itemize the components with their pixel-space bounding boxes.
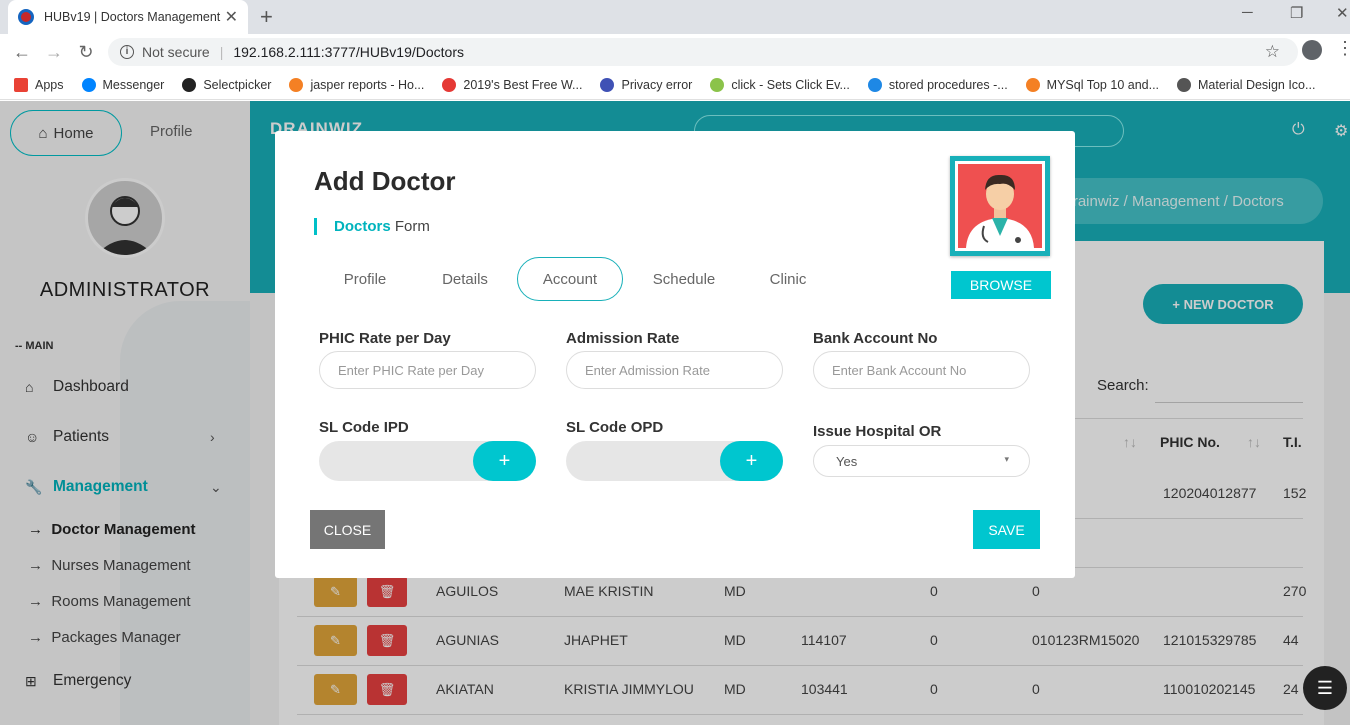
bookmark-item[interactable]: Material Design Ico... xyxy=(1177,77,1316,92)
reload-icon[interactable]: ↻ xyxy=(70,42,102,63)
separator: | xyxy=(219,44,224,60)
minimize-icon[interactable]: ─ xyxy=(1242,4,1253,21)
not-secure-label: Not secure xyxy=(142,44,210,60)
site-icon xyxy=(442,77,457,92)
click-icon xyxy=(710,77,725,92)
bookmark-item[interactable]: jasper reports - Ho... xyxy=(289,77,425,92)
close-button[interactable]: CLOSE xyxy=(310,510,385,549)
app: ⌂ Home Profile ADMINISTRATOR -- MAIN ⌂ Das… xyxy=(0,101,1350,725)
browse-button[interactable]: BROWSE xyxy=(951,271,1051,299)
add-sl-opd-button[interactable]: + xyxy=(720,441,783,481)
bookmark-label: Messenger xyxy=(102,77,165,92)
bookmark-item[interactable]: stored procedures -... xyxy=(867,77,1008,92)
window-close-icon[interactable]: ✕ xyxy=(1336,4,1349,22)
messenger-icon xyxy=(81,77,96,92)
subtitle-rest: Form xyxy=(390,218,430,235)
bookmark-star-icon[interactable]: ☆ xyxy=(1265,42,1280,62)
sl-code-ipd-label: SL Code IPD xyxy=(319,419,409,436)
bookmark-label: stored procedures -... xyxy=(888,77,1008,92)
issue-or-label: Issue Hospital OR xyxy=(813,423,942,440)
database-icon xyxy=(867,77,882,92)
info-icon[interactable]: i xyxy=(120,45,134,59)
bookmark-item[interactable]: Privacy error xyxy=(600,77,693,92)
issue-or-select[interactable]: Yes ▾ xyxy=(813,445,1030,477)
bookmark-label: 2019's Best Free W... xyxy=(463,77,583,92)
favicon-icon xyxy=(18,9,34,25)
admission-rate-input[interactable] xyxy=(566,351,783,389)
forward-icon[interactable]: → xyxy=(38,42,70,63)
profile-icon[interactable] xyxy=(1302,40,1322,60)
bookmark-item[interactable]: Messenger xyxy=(81,77,165,92)
doctor-avatar-icon xyxy=(958,164,1042,248)
bookmark-item[interactable]: Selectpicker xyxy=(182,77,272,92)
tab-title: HUBv19 | Doctors Management xyxy=(44,10,221,24)
subtitle-bold: Doctors xyxy=(334,218,391,235)
issue-or-value: Yes xyxy=(836,453,858,469)
chat-icon[interactable]: ☰ xyxy=(1303,666,1347,710)
bookmarks-bar: Apps Messenger Selectpicker jasper repor… xyxy=(0,70,1350,100)
bookmark-item[interactable]: click - Sets Click Ev... xyxy=(710,77,850,92)
bookmark-label: Material Design Ico... xyxy=(1198,77,1316,92)
bookmark-label: Selectpicker xyxy=(203,77,272,92)
add-doctor-modal: Add Doctor Doctors Form BROWSE Profile D… xyxy=(275,131,1075,578)
bookmark-label: Apps xyxy=(35,77,64,92)
bookmark-label: click - Sets Click Ev... xyxy=(731,77,850,92)
restore-icon[interactable]: ❐ xyxy=(1290,4,1303,22)
stackoverflow-icon xyxy=(1025,77,1040,92)
tab-clinic[interactable]: Clinic xyxy=(751,257,825,301)
globe-icon xyxy=(1177,77,1192,92)
admission-rate-label: Admission Rate xyxy=(566,330,680,347)
bookmark-label: MYSql Top 10 and... xyxy=(1046,77,1160,92)
modal-subtitle: Doctors Form xyxy=(314,218,430,235)
bookmark-label: Privacy error xyxy=(621,77,693,92)
doctor-photo xyxy=(950,156,1050,256)
tab-details[interactable]: Details xyxy=(425,257,505,301)
back-icon[interactable]: ← xyxy=(6,42,38,63)
tab-schedule[interactable]: Schedule xyxy=(639,257,729,301)
bank-account-label: Bank Account No xyxy=(813,330,938,347)
add-sl-ipd-button[interactable]: + xyxy=(473,441,536,481)
browser-tab-strip: HUBv19 | Doctors Management ✕ + ─ ❐ ✕ xyxy=(0,0,1350,34)
save-button[interactable]: SAVE xyxy=(973,510,1040,549)
sl-code-opd-field[interactable]: + xyxy=(566,441,783,481)
menu-icon[interactable]: ⋮ xyxy=(1336,38,1350,59)
url-text[interactable]: 192.168.2.111:3777/HUBv19/Doctors xyxy=(233,44,464,60)
address-bar-row: ← → ↻ i Not secure | 192.168.2.111:3777/… xyxy=(0,34,1350,70)
bookmark-item[interactable]: MYSql Top 10 and... xyxy=(1025,77,1160,92)
modal-title: Add Doctor xyxy=(314,166,456,196)
github-icon xyxy=(182,77,197,92)
phic-rate-label: PHIC Rate per Day xyxy=(319,330,451,347)
sl-code-opd-label: SL Code OPD xyxy=(566,419,664,436)
omnibox[interactable]: i Not secure | 192.168.2.111:3777/HUBv19… xyxy=(108,38,1298,66)
caret-down-icon: ▾ xyxy=(1004,454,1009,464)
bookmark-label: jasper reports - Ho... xyxy=(310,77,425,92)
new-tab-icon[interactable]: + xyxy=(260,4,273,30)
bank-account-input[interactable] xyxy=(813,351,1030,389)
phic-rate-input[interactable] xyxy=(319,351,536,389)
tab-account[interactable]: Account xyxy=(517,257,623,301)
close-tab-icon[interactable]: ✕ xyxy=(225,7,238,27)
sl-code-ipd-field[interactable]: + xyxy=(319,441,536,481)
bookmark-item[interactable]: Apps xyxy=(14,77,64,92)
privacy-icon xyxy=(600,77,615,92)
tab-profile[interactable]: Profile xyxy=(325,257,405,301)
browser-tab[interactable]: HUBv19 | Doctors Management ✕ xyxy=(8,0,248,34)
stackoverflow-icon xyxy=(289,77,304,92)
apps-icon xyxy=(14,77,28,92)
bookmark-item[interactable]: 2019's Best Free W... xyxy=(442,77,583,92)
